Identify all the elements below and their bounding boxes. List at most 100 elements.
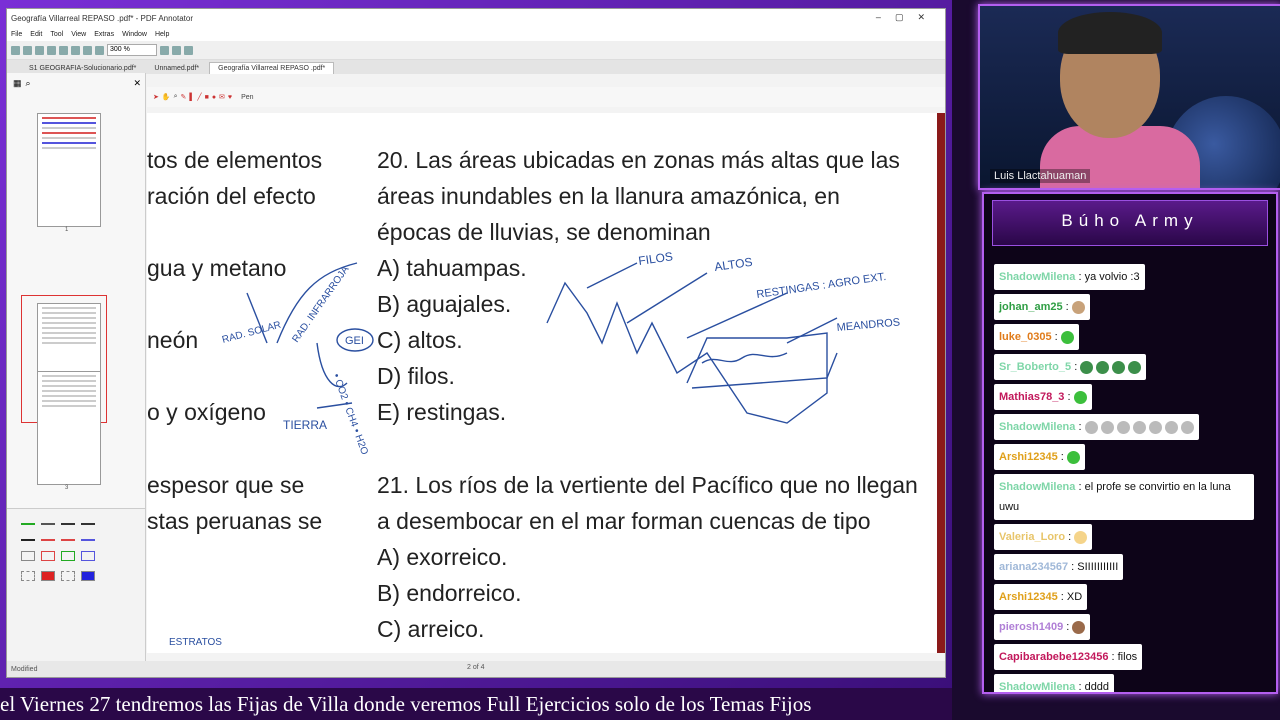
chat-username[interactable]: Arshi12345: [999, 451, 1058, 463]
vertical-scrollbar[interactable]: [937, 113, 945, 653]
pen-black-thin[interactable]: [21, 539, 35, 541]
chat-message: ariana234567 : SIIIIIIIIIII: [984, 550, 1276, 580]
hand-icon[interactable]: ✋: [162, 93, 171, 101]
pen-gray[interactable]: [41, 523, 55, 525]
chat-text: :: [1057, 451, 1064, 463]
chat-emote-icon: [1071, 300, 1085, 314]
chat-username[interactable]: ariana234567: [999, 561, 1068, 573]
highlighter-icon[interactable]: ▌: [189, 94, 194, 101]
print-icon[interactable]: [35, 45, 44, 55]
menu-extras[interactable]: Extras: [94, 31, 114, 38]
undo-icon[interactable]: [47, 45, 56, 55]
chat-emote-icon: [1132, 420, 1146, 434]
copy-icon[interactable]: [83, 45, 92, 55]
chat-message-list: ShadowMilena : ya volvio :3 johan_am25 : l…: [984, 260, 1276, 692]
chat-username[interactable]: ShadowMilena: [999, 271, 1075, 283]
pen-black-arrow[interactable]: [81, 523, 95, 525]
close-icon[interactable]: ✕: [917, 12, 939, 22]
chat-message: pierosh1409 :: [984, 610, 1276, 640]
thumbnail-page-1[interactable]: [37, 113, 101, 227]
chat-emote-icon: [1084, 420, 1098, 434]
menu-view[interactable]: View: [71, 31, 86, 38]
zoom-input[interactable]: 300 %: [107, 44, 157, 56]
annotation-altos: ALTOS: [713, 255, 753, 274]
ellipse-tool-icon[interactable]: ●: [212, 94, 216, 101]
chat-username[interactable]: Mathias78_3: [999, 391, 1064, 403]
rectangle-tool-icon[interactable]: ■: [205, 94, 209, 101]
rect-dashed-2[interactable]: [61, 571, 75, 581]
annotation-toolbar: ➤ ✋ ⌕ ✎ ▌ ╱ ■ ● ✉ ♥ Pen: [147, 87, 945, 107]
heart-icon[interactable]: ♥: [228, 94, 232, 101]
webcam-overlay: Luis Llactahuaman: [978, 4, 1280, 190]
tool-label: Pen: [241, 93, 254, 101]
annotation-filos: FILOS: [637, 249, 673, 268]
open-icon[interactable]: [11, 45, 20, 55]
pen-green[interactable]: [21, 523, 35, 525]
close-sidebar-icon[interactable]: ✕: [133, 78, 141, 89]
chat-message: ShadowMilena : dddd: [984, 670, 1276, 692]
menu-edit[interactable]: Edit: [30, 31, 42, 38]
rect-black[interactable]: [21, 551, 35, 561]
fit-width-icon[interactable]: [184, 45, 193, 55]
thumbnail-sidebar: ▦ ⌕ ✕ 1 2 3: [7, 73, 146, 677]
thumbnail-view-icon[interactable]: ▦: [13, 78, 22, 89]
streamer-hair: [1058, 12, 1162, 54]
chat-text: :: [1065, 531, 1072, 543]
minimize-icon[interactable]: –: [876, 12, 895, 22]
page-indicator[interactable]: 2 of 4: [467, 664, 485, 671]
menu-help[interactable]: Help: [155, 31, 169, 38]
pen-red[interactable]: [41, 539, 55, 541]
zoom-out-icon[interactable]: [95, 45, 104, 55]
pen-palette: [7, 508, 145, 674]
thumbnail-label: 3: [65, 485, 69, 491]
chat-username[interactable]: ShadowMilena: [999, 481, 1075, 493]
chat-username[interactable]: Sr_Boberto_5: [999, 361, 1071, 373]
fit-page-icon[interactable]: [172, 45, 181, 55]
main-toolbar: 300 %: [7, 41, 945, 60]
chat-username[interactable]: luke_0305: [999, 331, 1052, 343]
thumbnail-page-3[interactable]: [37, 371, 101, 485]
pdf-page: tos de elementos ración del efecto gua y…: [147, 113, 937, 653]
zoom-tool-icon[interactable]: ⌕: [174, 93, 178, 101]
redo-icon[interactable]: [59, 45, 68, 55]
chat-bubble: ShadowMilena : ya volvio :3: [994, 264, 1145, 290]
chat-message: ShadowMilena : ya volvio :3: [984, 260, 1276, 290]
search-icon[interactable]: ⌕: [26, 78, 31, 89]
stamp-icon[interactable]: ✉: [219, 93, 225, 101]
pen-blue[interactable]: [81, 539, 95, 541]
rect-blue[interactable]: [81, 551, 95, 561]
pen-tool-icon[interactable]: ✎: [181, 93, 187, 101]
chat-username[interactable]: ShadowMilena: [999, 681, 1075, 692]
zoom-in-icon[interactable]: [160, 45, 169, 55]
chat-username[interactable]: Arshi12345: [999, 591, 1058, 603]
annotation-restingas: RESTINGAS : AGRO EXT.: [756, 271, 887, 301]
chat-emote-icon: [1074, 530, 1088, 544]
tab-unnamed[interactable]: Unnamed.pdf*: [146, 63, 207, 74]
pen-red-arrow[interactable]: [61, 539, 75, 541]
menu-window[interactable]: Window: [122, 31, 147, 38]
rect-red[interactable]: [41, 551, 55, 561]
chat-message: Arshi12345 :: [984, 440, 1276, 470]
window-controls[interactable]: –▢✕: [876, 12, 939, 23]
line-tool-icon[interactable]: ╱: [197, 93, 201, 101]
pointer-icon[interactable]: ➤: [153, 93, 159, 101]
chat-username[interactable]: ShadowMilena: [999, 421, 1075, 433]
chat-message: Valeria_Loro :: [984, 520, 1276, 550]
pen-black[interactable]: [61, 523, 75, 525]
cut-icon[interactable]: [71, 45, 80, 55]
menu-tool[interactable]: Tool: [50, 31, 63, 38]
chat-username[interactable]: Capibarabebe123456: [999, 651, 1108, 663]
rect-filled-red[interactable]: [41, 571, 55, 581]
chat-message: Mathias78_3 :: [984, 380, 1276, 410]
chat-username[interactable]: pierosh1409: [999, 621, 1063, 633]
rect-filled-blue[interactable]: [81, 571, 95, 581]
chat-bubble: pierosh1409 :: [994, 614, 1091, 640]
save-icon[interactable]: [23, 45, 32, 55]
chat-username[interactable]: johan_am25: [999, 301, 1063, 313]
tab-geografia[interactable]: Geografía Villarreal REPASO .pdf*: [209, 62, 335, 74]
chat-username[interactable]: Valeria_Loro: [999, 531, 1065, 543]
menu-file[interactable]: File: [11, 31, 22, 38]
rect-green[interactable]: [61, 551, 75, 561]
maximize-icon[interactable]: ▢: [895, 12, 918, 22]
rect-dashed[interactable]: [21, 571, 35, 581]
